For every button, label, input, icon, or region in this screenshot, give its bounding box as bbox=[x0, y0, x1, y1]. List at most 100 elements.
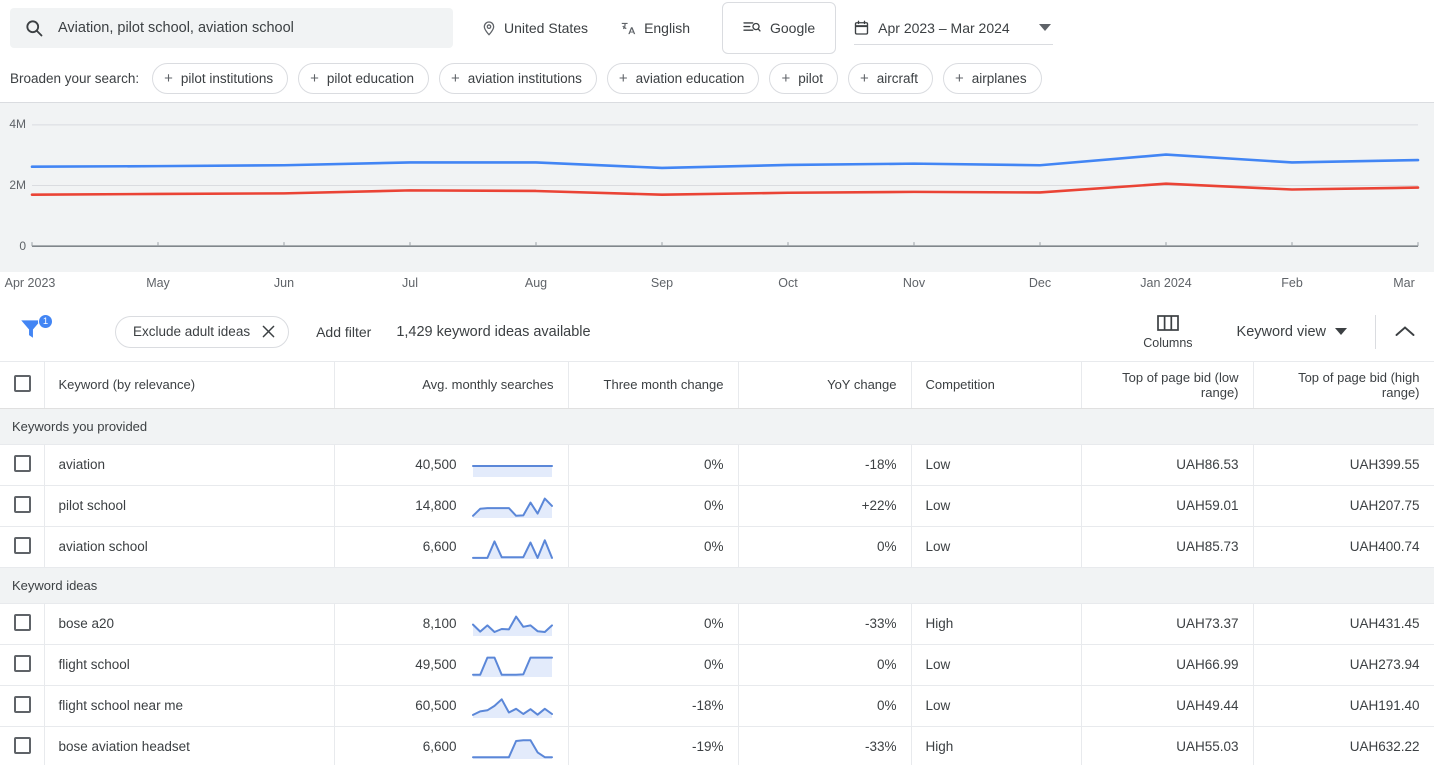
table-row[interactable]: aviation 40,500 0% -18% Low UAH86.53 UAH… bbox=[0, 444, 1434, 486]
language-selector[interactable]: English bbox=[610, 10, 700, 46]
trend-chart-canvas bbox=[30, 124, 1420, 247]
cell-three-month-change: -19% bbox=[568, 726, 739, 765]
columns-button[interactable]: Columns bbox=[1129, 314, 1206, 350]
cell-keyword[interactable]: bose aviation headset bbox=[44, 726, 335, 765]
plus-icon: + bbox=[310, 69, 319, 87]
broaden-chip-5[interactable]: + aircraft bbox=[847, 62, 934, 94]
chart-x-tick-label: Nov bbox=[902, 276, 926, 290]
select-all-checkbox[interactable] bbox=[14, 374, 31, 392]
active-filter-chip[interactable]: Exclude adult ideas bbox=[115, 315, 290, 348]
avg-searches-value: 6,600 bbox=[422, 739, 457, 754]
chart-x-tick-label: Dec bbox=[1028, 276, 1052, 290]
sparkline-icon bbox=[471, 497, 553, 518]
chart-x-tick-label: Aug bbox=[524, 276, 548, 290]
table-row[interactable]: flight school 49,500 0% 0% Low UAH66.99 … bbox=[0, 644, 1434, 686]
row-checkbox[interactable] bbox=[14, 654, 31, 672]
table-row[interactable]: bose a20 8,100 0% -33% High UAH73.37 UAH… bbox=[0, 603, 1434, 645]
cell-bid-low: UAH86.53 bbox=[1081, 444, 1254, 486]
table-row[interactable]: bose aviation headset 6,600 -19% -33% Hi… bbox=[0, 726, 1434, 765]
table-row[interactable]: flight school near me 60,500 -18% 0% Low… bbox=[0, 685, 1434, 727]
row-checkbox[interactable] bbox=[14, 695, 31, 713]
filter-icon-button[interactable]: 1 bbox=[18, 313, 53, 349]
cell-keyword[interactable]: bose a20 bbox=[44, 603, 335, 645]
avg-searches-value: 8,100 bbox=[422, 616, 457, 631]
row-checkbox[interactable] bbox=[14, 736, 31, 754]
row-select-cell bbox=[0, 485, 45, 527]
location-label: United States bbox=[504, 20, 589, 36]
broaden-chip-1[interactable]: + pilot education bbox=[298, 62, 429, 94]
top-bar: Aviation, pilot school, aviation school … bbox=[0, 0, 1434, 56]
date-range-selector[interactable]: Apr 2023 – Mar 2024 bbox=[854, 11, 1053, 45]
chart-y-tick-label: 2M bbox=[9, 178, 26, 192]
table-row[interactable]: aviation school 6,600 0% 0% Low UAH85.73… bbox=[0, 526, 1434, 568]
broaden-chip-6[interactable]: + airplanes bbox=[943, 62, 1042, 94]
column-header-three-month-change[interactable]: Three month change bbox=[568, 362, 739, 409]
collapse-panel-button[interactable] bbox=[1376, 325, 1434, 338]
cell-keyword[interactable]: pilot school bbox=[44, 485, 335, 527]
toolbar-right-group: Columns Keyword view bbox=[1129, 302, 1434, 361]
cell-avg-monthly-searches: 6,600 bbox=[334, 526, 569, 568]
row-select-cell bbox=[0, 603, 45, 645]
broaden-chip-0[interactable]: + pilot institutions bbox=[152, 62, 289, 94]
search-volume-chart[interactable]: 4M 2M 0 bbox=[0, 102, 1434, 272]
chart-y-tick-label: 4M bbox=[9, 117, 26, 131]
select-all-header bbox=[0, 362, 45, 409]
avg-searches-value: 6,600 bbox=[422, 539, 457, 554]
cell-keyword[interactable]: aviation school bbox=[44, 526, 335, 568]
cell-competition: Low bbox=[911, 485, 1082, 527]
keyword-view-selector[interactable]: Keyword view bbox=[1237, 324, 1347, 340]
cell-bid-low: UAH66.99 bbox=[1081, 644, 1254, 686]
avg-searches-value: 49,500 bbox=[415, 657, 457, 672]
broaden-chip-label: pilot institutions bbox=[180, 70, 274, 86]
chart-x-tick-label: May bbox=[146, 276, 170, 290]
row-select-cell bbox=[0, 444, 45, 486]
cell-yoy-change: 0% bbox=[738, 526, 912, 568]
cell-three-month-change: 0% bbox=[568, 644, 739, 686]
row-checkbox[interactable] bbox=[14, 613, 31, 631]
cell-bid-high: UAH632.22 bbox=[1253, 726, 1434, 765]
cell-keyword[interactable]: flight school bbox=[44, 644, 335, 686]
column-header-yoy-change[interactable]: YoY change bbox=[738, 362, 912, 409]
column-header-keyword[interactable]: Keyword (by relevance) bbox=[44, 362, 335, 409]
add-filter-button[interactable]: Add filter bbox=[316, 324, 371, 340]
location-selector[interactable]: United States bbox=[471, 10, 598, 46]
cell-three-month-change: 0% bbox=[568, 526, 739, 568]
cell-competition: High bbox=[911, 603, 1082, 645]
column-header-competition[interactable]: Competition bbox=[911, 362, 1082, 409]
row-select-cell bbox=[0, 644, 45, 686]
cell-bid-high: UAH399.55 bbox=[1253, 444, 1434, 486]
broaden-chip-2[interactable]: + aviation institutions bbox=[439, 62, 597, 94]
row-checkbox[interactable] bbox=[14, 536, 31, 554]
calendar-icon bbox=[854, 20, 869, 36]
cell-competition: Low bbox=[911, 644, 1082, 686]
avg-searches-value: 14,800 bbox=[415, 498, 457, 513]
cell-bid-high: UAH273.94 bbox=[1253, 644, 1434, 686]
cell-competition: Low bbox=[911, 444, 1082, 486]
broaden-chip-4[interactable]: + pilot bbox=[769, 62, 838, 94]
broaden-chip-3[interactable]: + aviation education bbox=[606, 62, 760, 94]
row-checkbox[interactable] bbox=[14, 454, 31, 472]
cell-keyword[interactable]: aviation bbox=[44, 444, 335, 486]
search-network-icon bbox=[743, 20, 761, 36]
cell-three-month-change: 0% bbox=[568, 485, 739, 527]
active-filter-label: Exclude adult ideas bbox=[133, 324, 251, 339]
broaden-label: Broaden your search: bbox=[10, 70, 140, 86]
cell-bid-low: UAH73.37 bbox=[1081, 603, 1254, 645]
close-icon[interactable] bbox=[262, 325, 275, 338]
search-input[interactable]: Aviation, pilot school, aviation school bbox=[10, 8, 453, 48]
column-header-bid-low[interactable]: Top of page bid (low range) bbox=[1081, 362, 1254, 409]
cell-bid-low: UAH49.44 bbox=[1081, 685, 1254, 727]
network-selector[interactable]: Google bbox=[721, 2, 837, 54]
columns-label: Columns bbox=[1143, 335, 1193, 350]
table-body: Keywords you provided aviation 40,500 0%… bbox=[0, 408, 1434, 765]
columns-icon bbox=[1157, 314, 1179, 332]
cell-bid-low: UAH55.03 bbox=[1081, 726, 1254, 765]
cell-competition: Low bbox=[911, 685, 1082, 727]
sparkline-icon bbox=[471, 697, 553, 718]
table-row[interactable]: pilot school 14,800 0% +22% Low UAH59.01… bbox=[0, 485, 1434, 527]
network-label: Google bbox=[769, 20, 816, 36]
column-header-avg-searches[interactable]: Avg. monthly searches bbox=[334, 362, 569, 409]
cell-keyword[interactable]: flight school near me bbox=[44, 685, 335, 727]
column-header-bid-high[interactable]: Top of page bid (high range) bbox=[1253, 362, 1434, 409]
row-checkbox[interactable] bbox=[14, 495, 31, 513]
